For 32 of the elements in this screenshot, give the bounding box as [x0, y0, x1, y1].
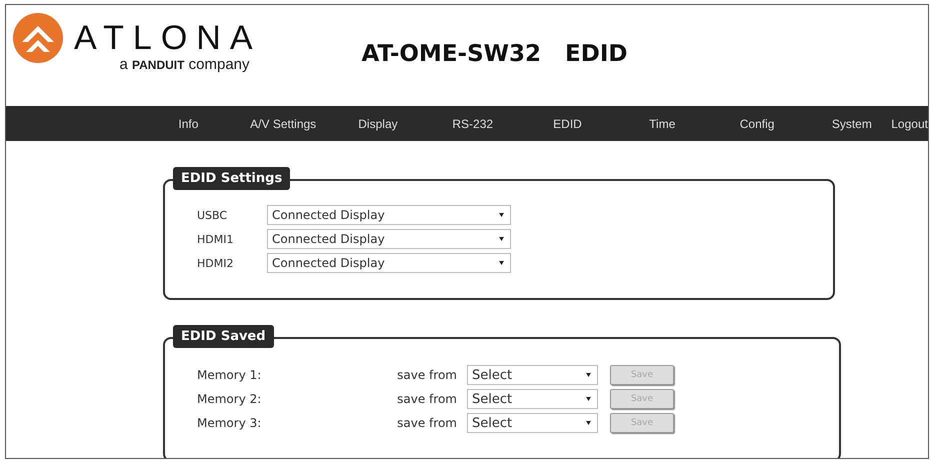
nav-link[interactable]: Info: [141, 116, 236, 130]
brand-wordmark: ATLONA: [74, 20, 262, 56]
port-label: HDMI1: [197, 232, 234, 246]
nav-link[interactable]: Logout: [891, 116, 928, 130]
brand-tagline: a PANDUIT company: [120, 56, 250, 73]
caret-icon: [586, 373, 591, 377]
edid-dropdown[interactable]: Connected Display: [267, 205, 511, 225]
save-from-label: save from: [396, 392, 458, 406]
caret-icon: [586, 421, 591, 425]
save-from-label: save from: [396, 416, 458, 430]
port-label: USBC: [197, 208, 228, 222]
page-title: AT-OME-SW32 EDID: [362, 41, 628, 67]
caret-icon: [499, 213, 504, 217]
nav-link[interactable]: Config: [710, 116, 804, 130]
memory-label: Memory 3:: [197, 416, 262, 430]
nav-link[interactable]: A/V Settings: [236, 116, 331, 130]
port-label: HDMI2: [197, 256, 234, 270]
edid-dropdown[interactable]: Connected Display: [267, 253, 511, 273]
memory-label: Memory 1:: [197, 368, 262, 382]
save-from-label: save from: [396, 368, 458, 382]
edid-dropdown[interactable]: Connected Display: [267, 229, 511, 249]
caret-icon: [586, 397, 591, 401]
nav-link[interactable]: Display: [330, 116, 426, 130]
caret-icon: [499, 261, 504, 265]
panel-title: EDID Saved: [173, 325, 274, 348]
nav-link[interactable]: EDID: [520, 116, 615, 130]
nav-link[interactable]: RS-232: [425, 116, 520, 130]
logo-icon: [12, 12, 64, 64]
nav-link[interactable]: Time: [614, 116, 710, 130]
panel-title: EDID Settings: [173, 167, 290, 190]
caret-icon: [499, 237, 504, 241]
memory-label: Memory 2:: [197, 392, 262, 406]
